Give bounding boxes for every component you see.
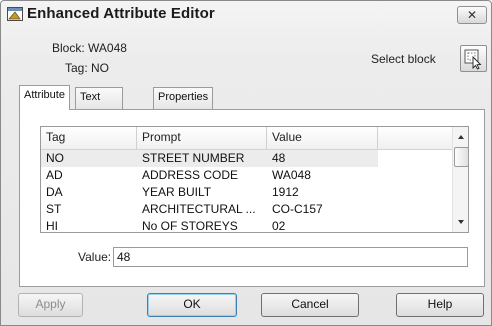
- attribute-tab-panel: Tag Prompt Value NO STREET NUMBER 48 AD …: [19, 109, 485, 287]
- cell-tag: DA: [46, 185, 63, 199]
- table-row[interactable]: NO STREET NUMBER 48: [41, 150, 452, 167]
- select-block-button[interactable]: [460, 45, 487, 72]
- attribute-editor-icon: [7, 7, 23, 21]
- cell-value: 02: [272, 219, 286, 233]
- column-header-prompt[interactable]: Prompt: [137, 127, 267, 149]
- table-row[interactable]: HI No OF STOREYS 02: [41, 218, 452, 233]
- table-row[interactable]: DA YEAR BUILT 1912: [41, 184, 452, 201]
- cell-prompt: ARCHITECTURAL ...: [142, 202, 256, 216]
- cell-value: 1912: [272, 185, 299, 199]
- close-icon: ✕: [466, 8, 478, 22]
- help-button[interactable]: Help: [396, 293, 484, 317]
- column-header-value[interactable]: Value: [267, 127, 378, 149]
- cell-prompt: YEAR BUILT: [142, 185, 212, 199]
- chevron-down-icon: [458, 220, 464, 224]
- cell-prompt: No OF STOREYS: [142, 219, 238, 233]
- scroll-up-button[interactable]: [453, 129, 468, 145]
- tab-text-options[interactable]: Text Options: [75, 87, 123, 122]
- tab-attribute[interactable]: Attribute: [19, 85, 70, 110]
- title-bar[interactable]: Enhanced Attribute Editor ✕: [1, 1, 491, 29]
- select-block-icon: [464, 49, 482, 70]
- column-header-tag[interactable]: Tag: [41, 127, 137, 149]
- grid-header: Tag Prompt Value: [41, 127, 453, 150]
- scroll-thumb[interactable]: [454, 147, 468, 167]
- tab-properties[interactable]: Properties: [153, 87, 214, 109]
- value-label: Value:: [78, 250, 112, 264]
- apply-button[interactable]: Apply: [18, 293, 83, 317]
- scroll-down-button[interactable]: [453, 214, 468, 230]
- value-input[interactable]: [113, 247, 468, 267]
- cell-value: WA048: [272, 168, 311, 182]
- cell-value: CO-C157: [272, 202, 323, 216]
- cell-tag: HI: [46, 219, 58, 233]
- table-row[interactable]: ST ARCHITECTURAL ... CO-C157: [41, 201, 452, 218]
- window-title: Enhanced Attribute Editor: [27, 5, 215, 22]
- enhanced-attribute-editor-window: Enhanced Attribute Editor ✕ Block: WA048…: [0, 0, 492, 326]
- cell-prompt: STREET NUMBER: [137, 150, 267, 167]
- cell-tag: ST: [46, 202, 62, 216]
- cancel-button[interactable]: Cancel: [261, 293, 359, 317]
- cell-tag: AD: [46, 168, 63, 182]
- grid-vertical-scrollbar[interactable]: [452, 127, 468, 232]
- table-row[interactable]: AD ADDRESS CODE WA048: [41, 167, 452, 184]
- block-name-label: Block: WA048: [52, 41, 127, 55]
- close-button[interactable]: ✕: [457, 6, 487, 24]
- column-header-blank: [378, 127, 453, 149]
- ok-button[interactable]: OK: [147, 293, 237, 317]
- cell-tag: NO: [41, 150, 137, 167]
- attribute-grid: Tag Prompt Value NO STREET NUMBER 48 AD …: [40, 126, 469, 233]
- tag-name-label: Tag: NO: [65, 61, 110, 75]
- chevron-up-icon: [458, 135, 464, 139]
- cell-value: 48: [267, 150, 378, 167]
- select-block-label: Select block: [371, 52, 436, 66]
- cell-prompt: ADDRESS CODE: [142, 168, 239, 182]
